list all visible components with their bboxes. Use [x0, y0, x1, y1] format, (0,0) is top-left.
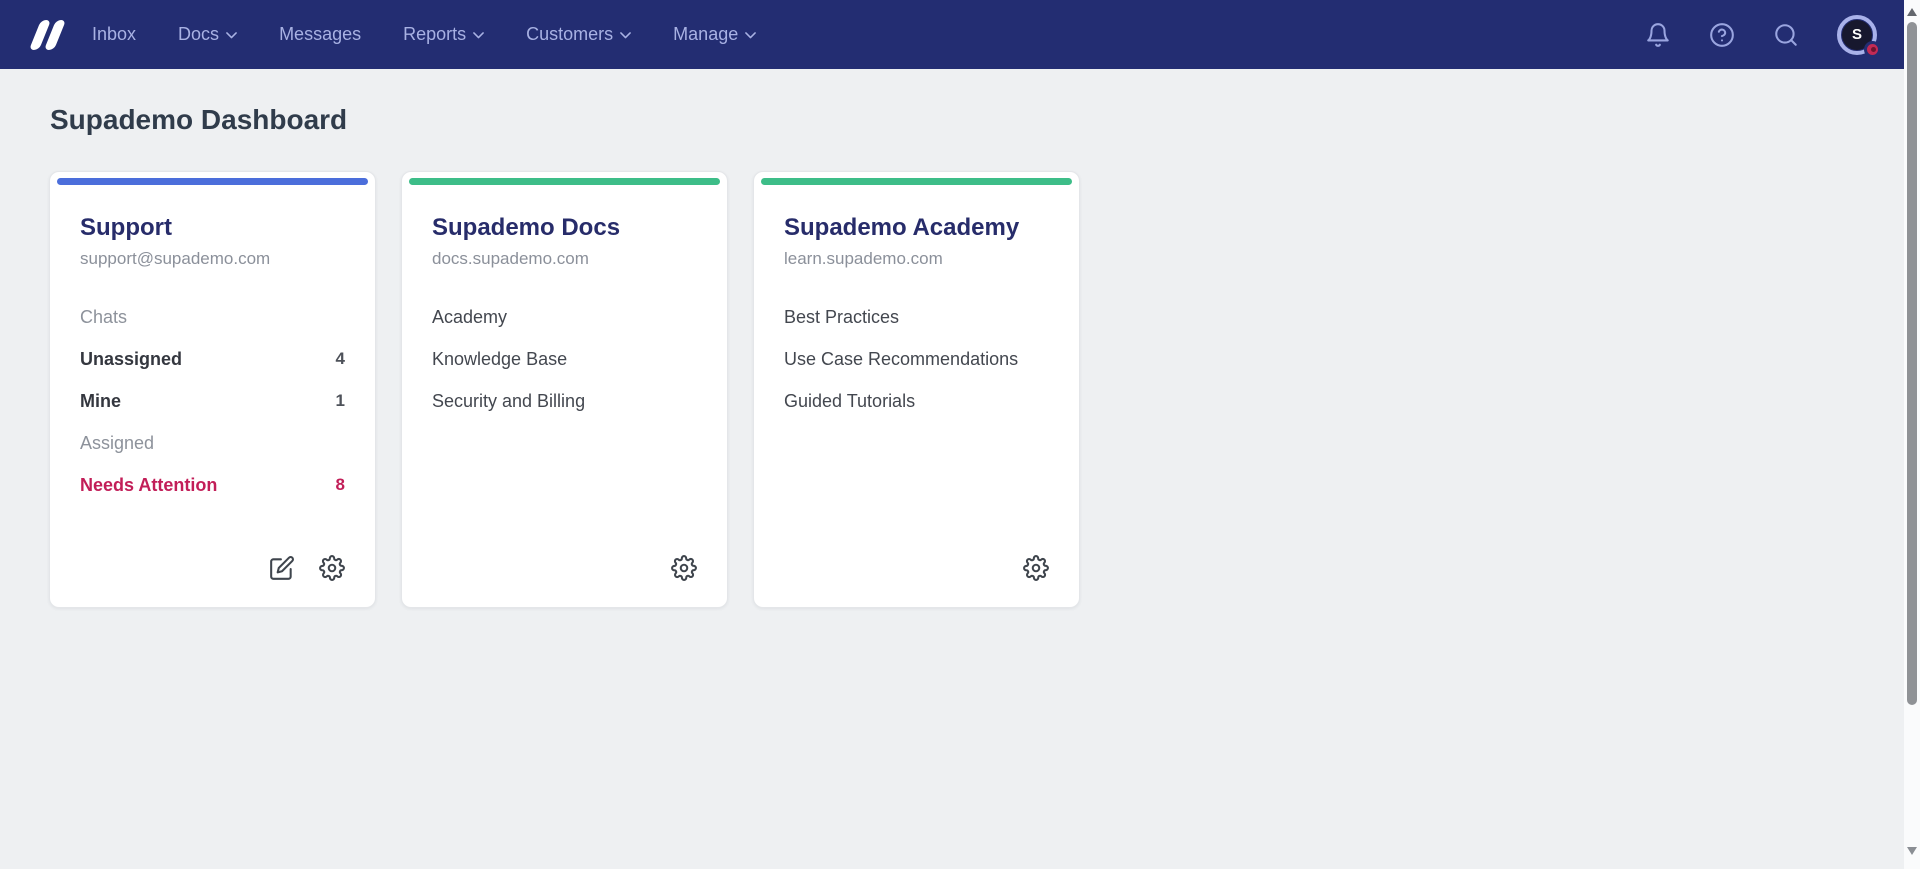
- nav-item-customers[interactable]: Customers: [526, 24, 631, 45]
- row-chats[interactable]: Chats: [80, 296, 345, 338]
- row-label: Needs Attention: [80, 475, 217, 496]
- row-label: Assigned: [80, 433, 154, 454]
- card-actions: [671, 555, 697, 581]
- settings-gear-icon[interactable]: [319, 555, 345, 581]
- card-subtitle: learn.supademo.com: [784, 249, 1049, 269]
- row-count: 1: [336, 391, 345, 411]
- card-actions: [269, 555, 345, 581]
- row-needs-attention[interactable]: Needs Attention 8: [80, 464, 345, 506]
- card-title[interactable]: Supademo Academy: [784, 214, 1049, 242]
- card-subtitle: docs.supademo.com: [432, 249, 697, 269]
- nav-item-messages[interactable]: Messages: [279, 24, 361, 45]
- row-mine[interactable]: Mine 1: [80, 380, 345, 422]
- nav-item-label: Reports: [403, 24, 466, 45]
- card-accent-bar: [409, 178, 720, 185]
- dashboard-cards: Support support@supademo.com Chats Unass…: [49, 171, 1080, 608]
- card-accent-bar: [761, 178, 1072, 185]
- row-security-and-billing[interactable]: Security and Billing: [432, 380, 697, 422]
- chevron-down-icon: [226, 32, 237, 39]
- nav-utility-area: S: [1645, 15, 1904, 55]
- nav-item-label: Inbox: [92, 24, 136, 45]
- row-label: Guided Tutorials: [784, 391, 915, 412]
- card-subtitle: support@supademo.com: [80, 249, 345, 269]
- chevron-down-icon: [473, 32, 484, 39]
- row-count: 4: [336, 349, 345, 369]
- primary-nav: Inbox Docs Messages Reports Customers Ma…: [92, 24, 756, 45]
- help-icon[interactable]: [1709, 22, 1735, 48]
- notifications-bell-icon[interactable]: [1645, 22, 1671, 48]
- card-actions: [1023, 555, 1049, 581]
- nav-item-label: Manage: [673, 24, 738, 45]
- row-label: Best Practices: [784, 307, 899, 328]
- nav-item-label: Docs: [178, 24, 219, 45]
- card-supademo-docs: Supademo Docs docs.supademo.com Academy …: [401, 171, 728, 608]
- page-title: Supademo Dashboard: [50, 104, 347, 136]
- row-label: Use Case Recommendations: [784, 349, 1018, 370]
- row-label: Chats: [80, 307, 127, 328]
- row-label: Academy: [432, 307, 507, 328]
- card-title[interactable]: Support: [80, 214, 345, 242]
- row-use-case-recommendations[interactable]: Use Case Recommendations: [784, 338, 1049, 380]
- nav-item-reports[interactable]: Reports: [403, 24, 484, 45]
- row-count: 8: [336, 475, 345, 495]
- nav-item-inbox[interactable]: Inbox: [92, 24, 136, 45]
- user-avatar[interactable]: S: [1837, 15, 1877, 55]
- row-label: Knowledge Base: [432, 349, 567, 370]
- card-title[interactable]: Supademo Docs: [432, 214, 697, 242]
- card-row-list: Academy Knowledge Base Security and Bill…: [432, 296, 697, 422]
- row-knowledge-base[interactable]: Knowledge Base: [432, 338, 697, 380]
- settings-gear-icon[interactable]: [671, 555, 697, 581]
- nav-item-docs[interactable]: Docs: [178, 24, 237, 45]
- row-assigned[interactable]: Assigned: [80, 422, 345, 464]
- compose-icon[interactable]: [269, 555, 295, 581]
- card-accent-bar: [57, 178, 368, 185]
- search-icon[interactable]: [1773, 22, 1799, 48]
- card-row-list: Best Practices Use Case Recommendations …: [784, 296, 1049, 422]
- card-support: Support support@supademo.com Chats Unass…: [49, 171, 376, 608]
- app-window: Inbox Docs Messages Reports Customers Ma…: [0, 0, 1920, 869]
- row-label: Mine: [80, 391, 121, 412]
- nav-item-label: Customers: [526, 24, 613, 45]
- row-guided-tutorials[interactable]: Guided Tutorials: [784, 380, 1049, 422]
- vertical-scrollbar[interactable]: [1904, 0, 1920, 869]
- nav-item-label: Messages: [279, 24, 361, 45]
- settings-gear-icon[interactable]: [1023, 555, 1049, 581]
- avatar-status-badge: [1864, 41, 1881, 58]
- row-label: Security and Billing: [432, 391, 585, 412]
- scrollbar-thumb[interactable]: [1907, 22, 1917, 705]
- chevron-down-icon: [620, 32, 631, 39]
- row-unassigned[interactable]: Unassigned 4: [80, 338, 345, 380]
- top-navigation-bar: Inbox Docs Messages Reports Customers Ma…: [0, 0, 1904, 69]
- card-row-list: Chats Unassigned 4 Mine 1 Assigned Needs…: [80, 296, 345, 506]
- nav-item-manage[interactable]: Manage: [673, 24, 756, 45]
- helpscout-logo-icon[interactable]: [28, 17, 66, 53]
- row-academy[interactable]: Academy: [432, 296, 697, 338]
- scroll-up-arrow-icon[interactable]: [1907, 8, 1917, 16]
- row-best-practices[interactable]: Best Practices: [784, 296, 1049, 338]
- row-label: Unassigned: [80, 349, 182, 370]
- scroll-down-arrow-icon[interactable]: [1907, 847, 1917, 855]
- chevron-down-icon: [745, 32, 756, 39]
- card-supademo-academy: Supademo Academy learn.supademo.com Best…: [753, 171, 1080, 608]
